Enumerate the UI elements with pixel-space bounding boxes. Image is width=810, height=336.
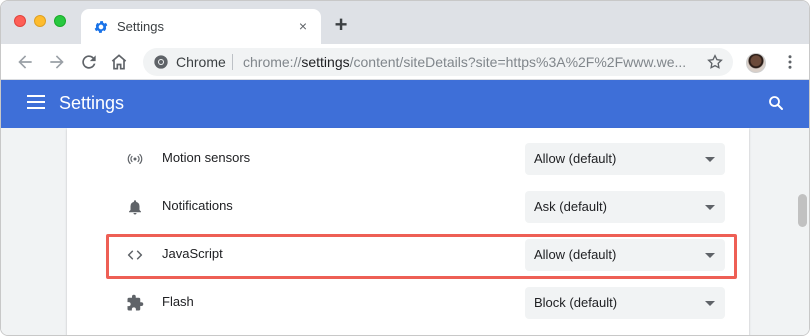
- bell-icon: [129, 200, 141, 215]
- javascript-highlight-box: [106, 234, 737, 279]
- tab-strip: Settings × +: [1, 1, 809, 44]
- profile-avatar[interactable]: [746, 53, 766, 73]
- new-tab-button[interactable]: +: [331, 14, 351, 36]
- select-value: Allow (default): [534, 151, 617, 166]
- permissions-card: Motion sensors Allow (default) Notificat…: [67, 128, 749, 335]
- chevron-down-icon: [705, 301, 715, 306]
- sensors-icon: [127, 153, 143, 165]
- select-value: Ask (default): [534, 199, 607, 214]
- reload-button[interactable]: [79, 52, 99, 72]
- url-host: settings: [301, 54, 350, 70]
- chevron-down-icon: [705, 205, 715, 210]
- forward-button[interactable]: [47, 52, 67, 72]
- settings-content: Motion sensors Allow (default) Notificat…: [1, 128, 809, 335]
- permission-row-motion-sensors: Motion sensors Allow (default): [67, 135, 749, 183]
- tab-settings[interactable]: Settings ×: [81, 9, 321, 44]
- reload-icon: [82, 55, 96, 69]
- permission-label: Flash: [162, 294, 194, 309]
- maximize-window-button[interactable]: [54, 15, 66, 27]
- address-bar[interactable]: Chrome chrome://settings/content/siteDet…: [143, 48, 733, 76]
- home-icon: [111, 54, 127, 70]
- bookmark-star-icon[interactable]: [706, 53, 724, 71]
- arrow-left-icon: [18, 55, 32, 69]
- url-scheme: chrome://: [243, 54, 302, 70]
- browser-toolbar: Chrome chrome://settings/content/siteDet…: [1, 44, 809, 80]
- tab-close-icon[interactable]: ×: [295, 18, 311, 34]
- omnibox-divider: [232, 54, 233, 70]
- tab-title: Settings: [117, 19, 164, 34]
- close-window-button[interactable]: [14, 15, 26, 27]
- settings-header: Settings: [1, 80, 809, 128]
- url-path: /content/siteDetails?site=https%3A%2F%2F…: [349, 54, 687, 70]
- permission-select[interactable]: Block (default): [525, 287, 725, 319]
- permission-select[interactable]: Ask (default): [525, 191, 725, 223]
- scrollbar-thumb[interactable]: [798, 194, 807, 227]
- browser-window: Settings × + Chrome chrome://settings/co…: [0, 0, 810, 336]
- permission-row-notifications: Notifications Ask (default): [67, 183, 749, 231]
- permission-label: Motion sensors: [162, 150, 251, 165]
- back-button[interactable]: [15, 52, 35, 72]
- permission-row-flash: Flash Block (default): [67, 279, 749, 327]
- url-text[interactable]: chrome://settings/content/siteDetails?si…: [243, 54, 703, 70]
- more-options-icon[interactable]: [781, 53, 799, 71]
- hamburger-icon[interactable]: [27, 95, 45, 109]
- home-button[interactable]: [109, 52, 129, 72]
- permission-label: Notifications: [162, 198, 233, 213]
- arrow-right-icon: [50, 55, 64, 69]
- select-value: Block (default): [534, 295, 618, 310]
- search-icon[interactable]: [767, 94, 785, 112]
- chevron-down-icon: [705, 157, 715, 162]
- minimize-window-button[interactable]: [34, 15, 46, 27]
- chrome-icon: [154, 55, 168, 69]
- puzzle-icon: [127, 294, 144, 311]
- gear-icon: [94, 21, 108, 33]
- page-title: Settings: [59, 93, 125, 113]
- site-label: Chrome: [176, 54, 226, 70]
- permission-select[interactable]: Allow (default): [525, 143, 725, 175]
- scrollbar-track[interactable]: [791, 128, 809, 335]
